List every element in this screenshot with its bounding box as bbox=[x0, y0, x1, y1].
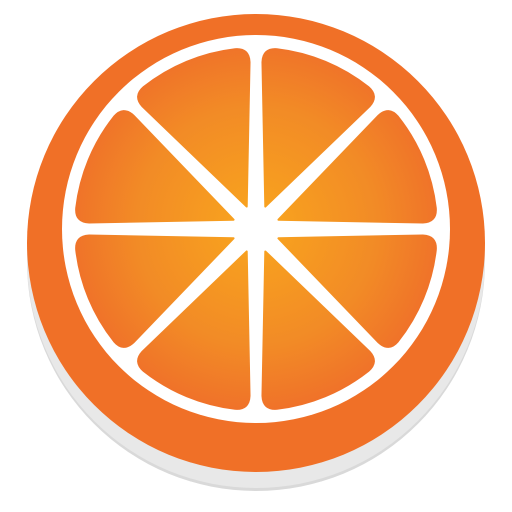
orange-pith bbox=[62, 35, 450, 423]
app-icon-canvas bbox=[0, 0, 512, 512]
orange-slice-icon bbox=[27, 14, 485, 491]
